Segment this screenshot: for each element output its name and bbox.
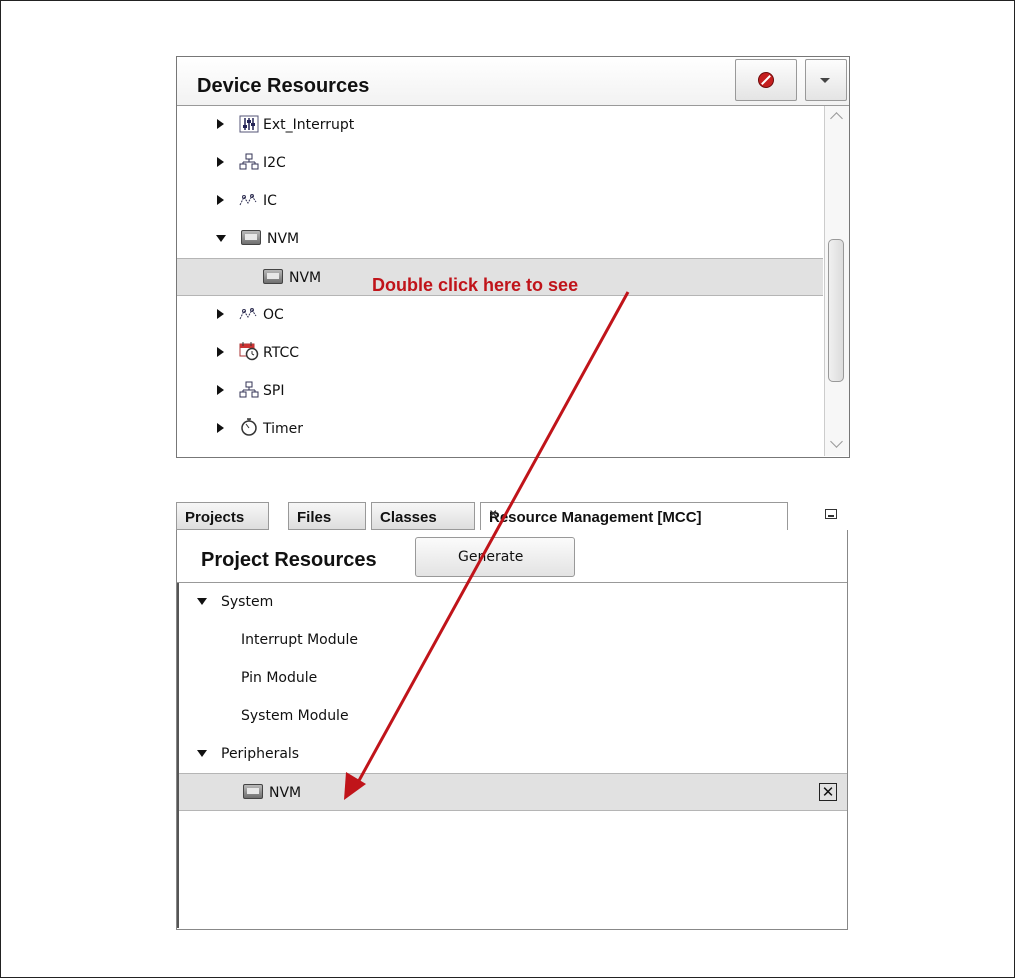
annotation-arrow [344, 291, 630, 800]
